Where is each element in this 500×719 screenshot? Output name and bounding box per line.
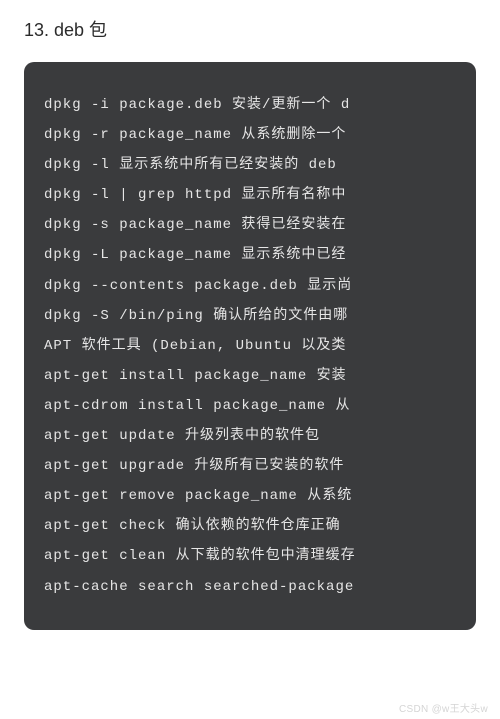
code-line: apt-cache search searched-package: [44, 572, 476, 602]
watermark: CSDN @w王大头w: [399, 700, 488, 715]
code-line: dpkg -l 显示系统中所有已经安装的 deb: [44, 150, 476, 180]
code-line: apt-get update 升级列表中的软件包: [44, 421, 476, 451]
code-line: dpkg -r package_name 从系统删除一个: [44, 120, 476, 150]
code-line: apt-cdrom install package_name 从: [44, 391, 476, 421]
code-block: dpkg -i package.deb 安装/更新一个 d dpkg -r pa…: [24, 62, 476, 630]
code-line: apt-get clean 从下载的软件包中清理缓存: [44, 541, 476, 571]
code-line: apt-get check 确认依赖的软件仓库正确: [44, 511, 476, 541]
code-line: apt-get install package_name 安装: [44, 361, 476, 391]
code-line: APT 软件工具 (Debian, Ubuntu 以及类: [44, 331, 476, 361]
section-heading: 13. deb 包: [0, 0, 500, 62]
code-line: dpkg -s package_name 获得已经安装在: [44, 210, 476, 240]
code-line: dpkg --contents package.deb 显示尚: [44, 271, 476, 301]
code-line: dpkg -l | grep httpd 显示所有名称中: [44, 180, 476, 210]
code-line: apt-get remove package_name 从系统: [44, 481, 476, 511]
code-line: dpkg -S /bin/ping 确认所给的文件由哪: [44, 301, 476, 331]
code-line: apt-get upgrade 升级所有已安装的软件: [44, 451, 476, 481]
code-line: dpkg -L package_name 显示系统中已经: [44, 240, 476, 270]
code-line: dpkg -i package.deb 安装/更新一个 d: [44, 90, 476, 120]
